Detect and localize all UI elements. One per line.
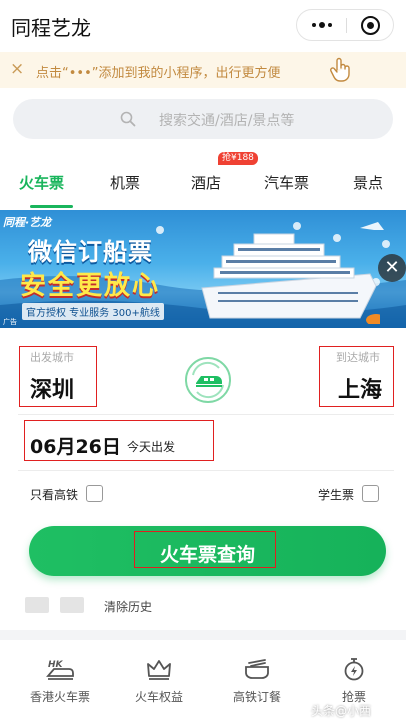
ad-tag: 广告 [3, 318, 17, 326]
more-menu-button[interactable] [297, 10, 346, 40]
search-placeholder: 搜索交通/酒店/景点等 [159, 113, 295, 129]
date-highlight [24, 420, 214, 461]
student-ticket-checkbox[interactable] [362, 485, 379, 502]
crown-icon [147, 660, 171, 680]
tip-text: 点击“•••”添加到我的小程序，出行更方便 [36, 66, 281, 81]
to-city-highlight [319, 346, 394, 407]
quick-meal-order[interactable]: 高铁订餐 [209, 656, 305, 705]
history-item-blurred[interactable] [60, 597, 84, 613]
search-bar[interactable]: 搜索交通/酒店/景点等 [13, 99, 393, 139]
active-tab-indicator [30, 205, 73, 208]
banner-subline: 官方授权 专业服务 300+航线 [22, 303, 164, 320]
high-speed-only-checkbox[interactable] [86, 485, 103, 502]
hotel-promo-badge: 抢¥188 [218, 152, 258, 165]
ship-ticket-banner[interactable]: 同程·艺龙 微信订船票 安全更放心 官方授权 专业服务 300+航线 广告 [0, 210, 406, 328]
tab-hotel[interactable]: 酒店 [191, 172, 221, 193]
train-swap-icon [192, 361, 224, 399]
hk-train-icon: HK [46, 660, 74, 680]
high-speed-only-label: 只看高铁 [30, 488, 79, 502]
app-title: 同程艺龙 [11, 16, 91, 40]
banner-brand: 同程·艺龙 [3, 216, 52, 229]
from-city-highlight [19, 346, 97, 407]
mini-program-capsule [296, 9, 394, 41]
quick-hk-train-label: 香港火车票 [29, 690, 90, 704]
tab-train[interactable]: 火车票 [19, 172, 64, 193]
section-separator [0, 630, 406, 640]
swap-cities-button[interactable] [185, 357, 231, 403]
tab-bus[interactable]: 汽车票 [264, 172, 309, 193]
quick-hk-train[interactable]: HK 香港火车票 [12, 656, 108, 705]
add-to-my-miniprogram-tip: × 点击“•••”添加到我的小程序，出行更方便 [0, 52, 406, 88]
cruise-ship-image [201, 233, 380, 324]
clear-history-link[interactable]: 清除历史 [104, 598, 152, 615]
banner-close-button[interactable]: ✕ [378, 254, 406, 282]
quick-train-rights-label: 火车权益 [134, 690, 183, 704]
quick-grab-ticket[interactable]: 抢票 [306, 656, 402, 705]
stopwatch-icon [344, 658, 364, 681]
tab-flight[interactable]: 机票 [110, 172, 140, 193]
quick-train-rights[interactable]: 火车权益 [111, 656, 207, 705]
student-ticket-label: 学生票 [318, 488, 355, 502]
app-page: 同程艺龙 × 点击“•••”添加到我的小程序，出行更方便 搜索交通/酒店/景点等… [0, 0, 406, 726]
divider [18, 470, 394, 471]
banner-headline: 微信订船票 [28, 238, 153, 266]
category-tabs: 火车票 机票 酒店 汽车票 景点 [0, 166, 406, 210]
title-bar: 同程艺龙 [0, 0, 406, 52]
target-icon [361, 15, 380, 35]
watermark: 头条@小西 [311, 704, 372, 718]
search-icon [120, 111, 136, 127]
banner-slogan: 安全更放心 [20, 271, 161, 301]
tab-scenic[interactable]: 景点 [353, 172, 383, 193]
divider [18, 414, 394, 415]
hand-pointer-icon [330, 57, 350, 82]
tip-close-icon[interactable]: × [10, 60, 24, 78]
quick-meal-order-label: 高铁订餐 [232, 690, 281, 704]
search-button-highlight [134, 531, 276, 568]
close-mini-program-button[interactable] [347, 10, 394, 40]
meal-icon [245, 659, 269, 679]
history-item-blurred[interactable] [25, 597, 49, 613]
